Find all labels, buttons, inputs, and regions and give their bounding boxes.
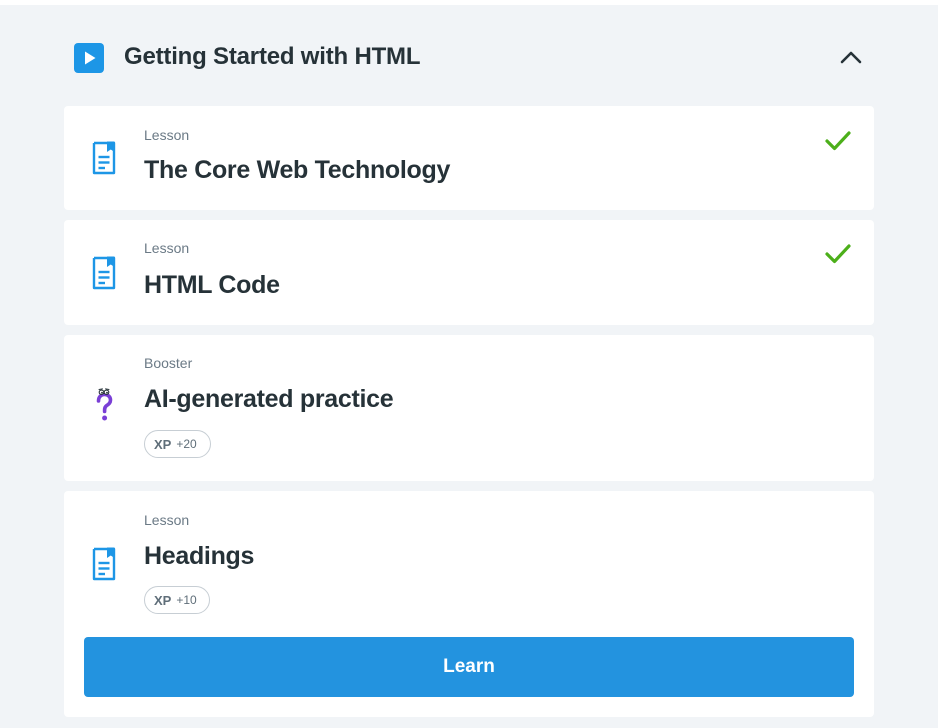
xp-value: +10 (176, 593, 197, 607)
section-title: Getting Started with HTML (124, 43, 421, 70)
lesson-document-icon (90, 140, 118, 176)
xp-badge: XP +10 (144, 586, 210, 614)
course-section-panel: Getting Started with HTML Lesson The Cor… (0, 5, 938, 728)
xp-label: XP (154, 592, 172, 608)
item-type-label: Booster (144, 355, 193, 371)
lesson-document-icon (90, 255, 118, 291)
learn-button[interactable]: Learn (84, 637, 854, 697)
checkmark-icon (824, 129, 852, 153)
lesson-card[interactable]: Lesson The Core Web Technology (64, 106, 874, 210)
item-title: Headings (144, 542, 255, 570)
question-mark-character-icon (90, 388, 118, 424)
item-title: The Core Web Technology (144, 156, 451, 184)
item-title: AI-generated practice (144, 385, 394, 413)
booster-card[interactable]: Booster AI-generated practice XP +20 (64, 335, 874, 481)
lesson-card[interactable]: Lesson HTML Code (64, 220, 874, 325)
item-type-label: Lesson (144, 512, 190, 528)
item-title: HTML Code (144, 271, 280, 299)
xp-label: XP (154, 436, 172, 452)
chevron-up-icon (840, 51, 862, 64)
xp-badge: XP +20 (144, 430, 211, 458)
item-type-label: Lesson (144, 127, 190, 143)
section-header[interactable]: Getting Started with HTML (0, 5, 938, 106)
lesson-document-icon (90, 546, 118, 582)
xp-value: +20 (176, 437, 197, 451)
lesson-card[interactable]: Lesson Headings XP +10 Learn (64, 491, 874, 717)
play-icon (74, 43, 104, 73)
item-type-label: Lesson (144, 240, 190, 256)
checkmark-icon (824, 242, 852, 266)
collapse-section-button[interactable] (834, 41, 868, 75)
